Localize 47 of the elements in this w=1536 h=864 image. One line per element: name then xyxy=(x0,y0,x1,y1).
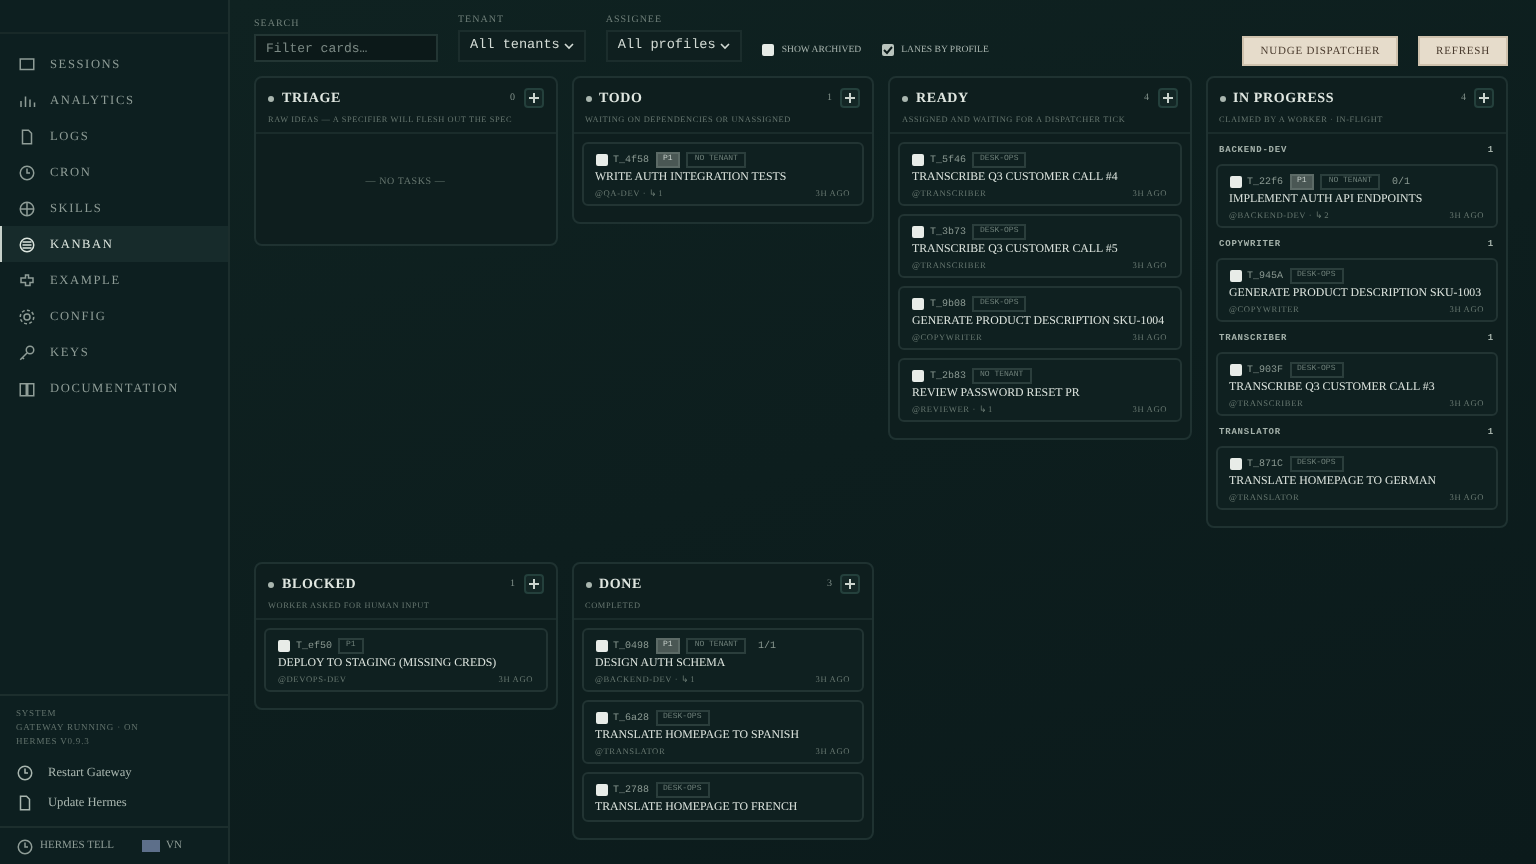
nav-icon xyxy=(18,91,36,109)
task-checkbox[interactable] xyxy=(595,712,607,724)
check-icon xyxy=(881,44,894,56)
nav-icon xyxy=(18,343,36,361)
task-checkbox[interactable] xyxy=(595,154,607,166)
flag-icon xyxy=(142,840,161,852)
add-task-button[interactable] xyxy=(840,88,860,108)
plus-icon xyxy=(844,92,856,104)
task-checkbox[interactable] xyxy=(1229,176,1241,188)
status-dot-icon xyxy=(585,581,591,587)
plus-icon xyxy=(527,92,539,104)
task-checkbox[interactable] xyxy=(1229,458,1241,470)
task-checkbox[interactable] xyxy=(1229,270,1241,282)
status-dot-icon xyxy=(268,95,274,101)
nav-icon xyxy=(18,55,36,73)
checkbox[interactable] xyxy=(761,44,774,56)
nav-icon xyxy=(18,379,36,397)
status-dot-icon xyxy=(585,95,591,101)
task-checkbox[interactable] xyxy=(595,784,607,796)
checkbox[interactable] xyxy=(881,44,894,56)
nav-icon xyxy=(18,127,36,145)
nav-icon xyxy=(18,199,36,217)
task-checkbox[interactable] xyxy=(912,154,924,166)
status-dot-icon xyxy=(902,95,908,101)
add-task-button[interactable] xyxy=(523,574,543,594)
task-checkbox[interactable] xyxy=(912,370,924,382)
task-checkbox[interactable] xyxy=(912,298,924,310)
add-task-button[interactable] xyxy=(840,574,860,594)
nav-icon xyxy=(18,163,36,181)
plus-icon xyxy=(1161,92,1173,104)
plus-icon xyxy=(844,578,856,590)
nav-icon xyxy=(18,235,36,253)
plus-icon xyxy=(527,578,539,590)
add-task-button[interactable] xyxy=(1157,88,1177,108)
add-task-button[interactable] xyxy=(1474,88,1494,108)
task-checkbox[interactable] xyxy=(595,640,607,652)
nav-icon xyxy=(18,271,36,289)
status-dot-icon xyxy=(268,581,274,587)
task-checkbox[interactable] xyxy=(278,640,290,652)
chevron-icon xyxy=(719,42,730,50)
status-dot-icon xyxy=(1219,95,1225,101)
nav-icon xyxy=(18,307,36,325)
task-checkbox[interactable] xyxy=(912,226,924,238)
task-checkbox[interactable] xyxy=(1229,364,1241,376)
chevron-icon xyxy=(563,42,574,50)
add-task-button[interactable] xyxy=(523,88,543,108)
plus-icon xyxy=(1478,92,1490,104)
